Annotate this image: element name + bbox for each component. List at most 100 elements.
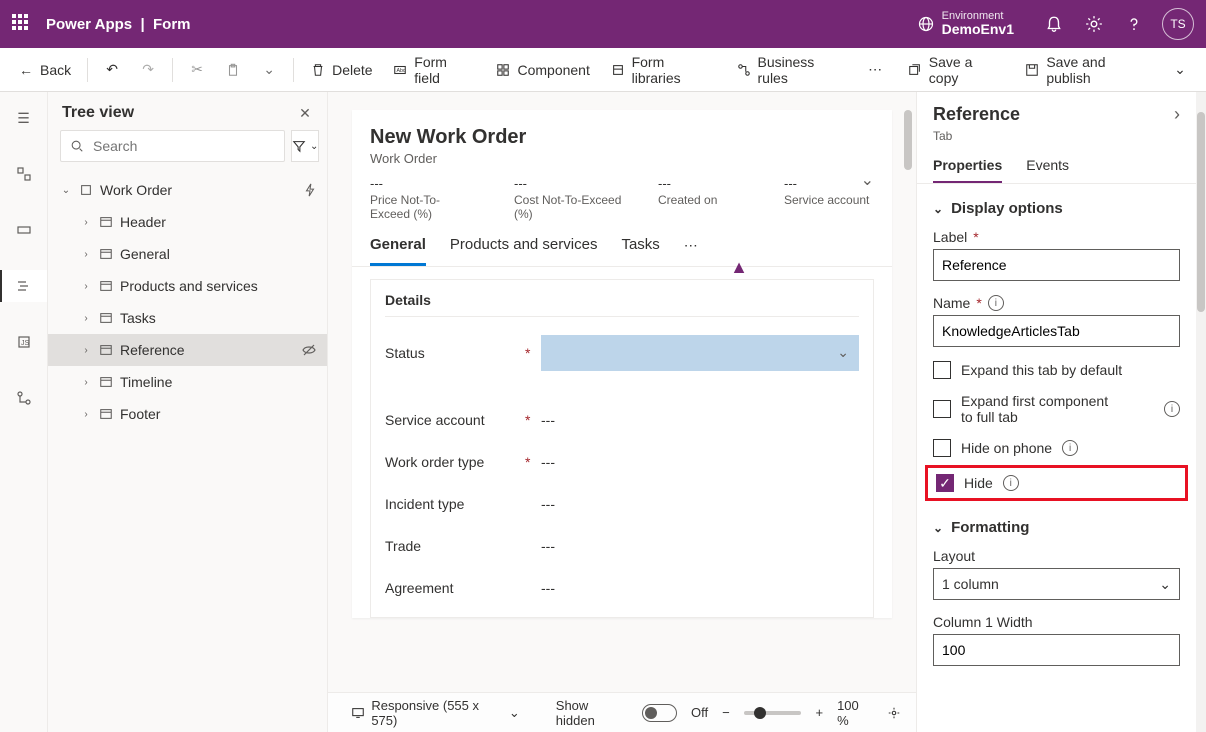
- back-button[interactable]: ←Back: [10, 56, 79, 84]
- form-libraries-button[interactable]: Form libraries: [602, 48, 724, 92]
- fit-icon[interactable]: [887, 705, 902, 721]
- form-field-row[interactable]: Status * ⌄: [385, 331, 859, 375]
- header-field-value: ---: [514, 176, 622, 191]
- redo-button[interactable]: ↷: [132, 56, 164, 84]
- paste-button[interactable]: [217, 56, 249, 84]
- overflow-button[interactable]: ⋯: [859, 56, 891, 84]
- flash-icon[interactable]: [303, 183, 317, 197]
- close-icon[interactable]: ✕: [297, 105, 313, 121]
- tree-item[interactable]: › Timeline: [48, 366, 327, 398]
- tree-item[interactable]: › Tasks: [48, 302, 327, 334]
- tree-search[interactable]: [60, 130, 285, 162]
- chevron-down-icon: ⌄: [261, 62, 277, 78]
- name-field[interactable]: [933, 315, 1180, 347]
- chevron-right-icon: ›: [80, 281, 92, 292]
- formatting-group[interactable]: ⌄Formatting: [933, 515, 1180, 548]
- delete-button[interactable]: Delete: [302, 56, 380, 84]
- form-tab[interactable]: General: [370, 236, 426, 266]
- zoom-in-button[interactable]: +: [815, 705, 823, 720]
- field-value: ---: [541, 580, 859, 596]
- tree-item[interactable]: › Products and services: [48, 270, 327, 302]
- save-publish-dropdown[interactable]: ⌄: [1164, 56, 1196, 84]
- paste-dropdown[interactable]: ⌄: [253, 56, 285, 84]
- chevron-right-icon: ›: [80, 409, 92, 420]
- notifications-icon[interactable]: [1038, 8, 1070, 40]
- zoom-out-button[interactable]: −: [722, 705, 730, 720]
- events-tab[interactable]: Events: [1026, 149, 1069, 183]
- canvas-scrollbar[interactable]: [904, 110, 912, 390]
- info-icon[interactable]: i: [1164, 401, 1180, 417]
- layout-select[interactable]: 1 column⌄: [933, 568, 1180, 600]
- panel-scrollbar[interactable]: [1196, 92, 1206, 732]
- rail-tree-view[interactable]: [0, 270, 48, 302]
- header-field[interactable]: --- Cost Not-To-Exceed (%): [514, 176, 622, 222]
- collapse-icon[interactable]: ›: [1174, 104, 1180, 125]
- show-hidden-toggle[interactable]: [642, 704, 677, 722]
- form-tabs: GeneralProducts and servicesTasks ⋯▲: [352, 222, 892, 267]
- rail-rules[interactable]: [8, 382, 40, 414]
- rail-components[interactable]: [8, 158, 40, 190]
- filter-button[interactable]: ⌄: [291, 130, 319, 162]
- tabs-overflow[interactable]: ⋯: [684, 236, 698, 266]
- settings-icon[interactable]: [1078, 8, 1110, 40]
- hide-highlight: ✓ Hide i: [925, 465, 1188, 501]
- tree-item[interactable]: › Footer: [48, 398, 327, 430]
- info-icon[interactable]: i: [1003, 475, 1019, 491]
- save-publish-button[interactable]: Save and publish: [1017, 48, 1160, 92]
- properties-tab[interactable]: Properties: [933, 149, 1002, 183]
- chevron-down-icon: ⌄: [509, 705, 520, 721]
- expand-default-checkbox[interactable]: Expand this tab by default: [933, 361, 1180, 379]
- info-icon[interactable]: i: [1062, 440, 1078, 456]
- search-input[interactable]: [91, 137, 276, 155]
- tree-item-label: Products and services: [120, 278, 258, 294]
- tree-item[interactable]: › General: [48, 238, 327, 270]
- user-avatar[interactable]: TS: [1162, 8, 1194, 40]
- form-tab[interactable]: Tasks: [621, 236, 659, 266]
- form-libraries-icon: [610, 62, 626, 78]
- form-field-row[interactable]: Trade ---: [385, 525, 859, 567]
- undo-button[interactable]: ↶: [96, 56, 128, 84]
- cut-button[interactable]: ✂: [181, 56, 213, 84]
- display-options-group[interactable]: ⌄Display options: [933, 196, 1180, 229]
- hide-phone-checkbox[interactable]: Hide on phone i: [933, 439, 1180, 457]
- component-button[interactable]: Component: [487, 56, 597, 84]
- app-launcher-icon[interactable]: [12, 14, 32, 34]
- form-tab[interactable]: Products and services: [450, 236, 598, 266]
- header-field-label: Cost Not-To-Exceed (%): [514, 193, 622, 222]
- filter-icon: [292, 139, 306, 153]
- help-icon[interactable]: [1118, 8, 1150, 40]
- info-icon[interactable]: i: [988, 295, 1004, 311]
- globe-icon: [918, 16, 934, 32]
- rail-libraries[interactable]: JS: [8, 326, 40, 358]
- col-width-field[interactable]: [933, 634, 1180, 666]
- expand-full-checkbox[interactable]: Expand first component to full tab i: [933, 393, 1180, 425]
- save-copy-button[interactable]: Save a copy: [899, 48, 1013, 92]
- tree-item[interactable]: › Header: [48, 206, 327, 238]
- environment-picker[interactable]: Environment DemoEnv1: [918, 10, 1014, 37]
- status-lookup[interactable]: ⌄: [541, 335, 859, 371]
- form-field-row[interactable]: Work order type * ---: [385, 441, 859, 483]
- section-details[interactable]: Details Status * ⌄Service account * ---W…: [370, 279, 874, 618]
- header-field[interactable]: ---Price Not-To-Exceed (%): [370, 176, 478, 222]
- label-field[interactable]: [933, 249, 1180, 281]
- tree-item-label: Footer: [120, 406, 160, 422]
- tree-root[interactable]: ⌄ Work Order: [48, 174, 327, 206]
- chevron-down-icon: ⌄: [60, 185, 72, 196]
- tree-item[interactable]: › Reference: [48, 334, 327, 366]
- form-field-row[interactable]: Incident type ---: [385, 483, 859, 525]
- zoom-slider[interactable]: [744, 711, 802, 715]
- rail-form-field[interactable]: [8, 214, 40, 246]
- form-field-row[interactable]: Service account * ---: [385, 399, 859, 441]
- hide-checkbox[interactable]: ✓ Hide i: [936, 474, 1177, 492]
- header-field-value: ---: [370, 176, 478, 191]
- form-field-button[interactable]: AbcForm field: [385, 48, 484, 92]
- field-value: ---: [541, 496, 859, 512]
- business-rules-button[interactable]: Business rules: [728, 48, 855, 92]
- header-field[interactable]: ---Created on: [658, 176, 748, 222]
- header-expand-icon[interactable]: ⌄: [861, 170, 874, 190]
- chevron-down-icon: ⌄: [1159, 576, 1171, 593]
- chevron-down-icon: ⌄: [837, 344, 849, 361]
- form-field-row[interactable]: Agreement ---: [385, 567, 859, 609]
- responsive-picker[interactable]: Responsive (555 x 575)⌄: [342, 692, 528, 732]
- rail-hamburger[interactable]: ☰: [8, 102, 40, 134]
